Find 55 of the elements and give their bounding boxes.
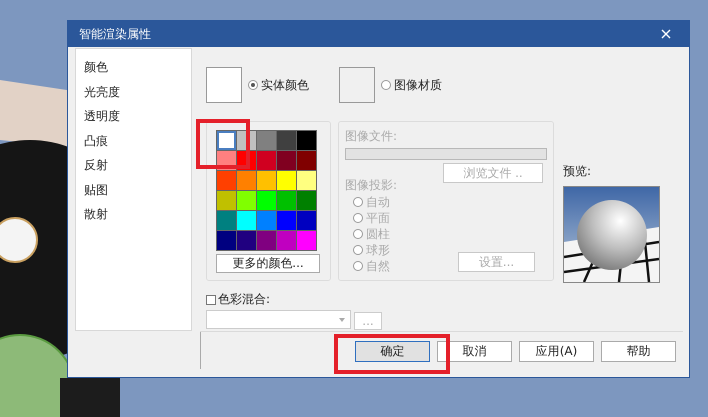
radio-button[interactable] bbox=[248, 80, 258, 90]
image-file-label: 图像文件: bbox=[345, 128, 398, 145]
color-swatch[interactable] bbox=[257, 211, 276, 230]
color-swatch[interactable] bbox=[257, 191, 276, 210]
dialog-button[interactable]: 取消 bbox=[437, 341, 512, 362]
color-swatch[interactable] bbox=[257, 231, 276, 250]
color-preview-swatch bbox=[206, 67, 242, 103]
color-swatch[interactable] bbox=[297, 231, 316, 250]
color-swatch[interactable] bbox=[257, 151, 276, 170]
category-item[interactable]: 贴图 bbox=[76, 178, 191, 202]
radio-button[interactable] bbox=[381, 80, 391, 90]
color-swatch[interactable] bbox=[217, 231, 236, 250]
close-icon[interactable] bbox=[661, 29, 671, 39]
projection-label: 图像投影: bbox=[345, 177, 398, 194]
color-swatch[interactable] bbox=[277, 211, 296, 230]
dialog-button[interactable]: 确定 bbox=[355, 341, 430, 362]
color-swatch[interactable] bbox=[297, 191, 316, 210]
color-swatch[interactable] bbox=[217, 211, 236, 230]
color-swatch[interactable] bbox=[217, 131, 236, 150]
category-item[interactable]: 散射 bbox=[76, 202, 191, 226]
color-swatch[interactable] bbox=[217, 191, 236, 210]
checkbox-label[interactable]: 色彩混合: bbox=[218, 291, 270, 308]
color-swatch[interactable] bbox=[277, 231, 296, 250]
window-title: 智能渲染属性 bbox=[79, 26, 151, 42]
preview-label: 预览: bbox=[563, 163, 592, 180]
color-preview-swatch bbox=[339, 67, 375, 103]
color-swatch[interactable] bbox=[297, 171, 316, 190]
blend-dropdown[interactable] bbox=[206, 310, 351, 329]
caret-icon bbox=[339, 318, 345, 322]
radio-label[interactable]: 实体颜色 bbox=[261, 76, 309, 94]
color-swatch[interactable] bbox=[297, 211, 316, 230]
checkbox[interactable] bbox=[206, 294, 216, 304]
more-colors-button[interactable]: 更多的颜色... bbox=[216, 254, 320, 273]
category-item[interactable]: 颜色 bbox=[76, 55, 191, 80]
color-swatch[interactable] bbox=[237, 171, 256, 190]
color-swatch[interactable] bbox=[277, 191, 296, 210]
color-swatch[interactable] bbox=[217, 171, 236, 190]
dialog-button[interactable]: 帮助 bbox=[601, 341, 676, 362]
color-swatch[interactable] bbox=[237, 231, 256, 250]
color-swatch[interactable] bbox=[257, 171, 276, 190]
category-item[interactable]: 反射 bbox=[76, 153, 191, 178]
color-swatch[interactable] bbox=[277, 131, 296, 150]
color-swatch[interactable] bbox=[237, 191, 256, 210]
color-swatch[interactable] bbox=[297, 151, 316, 170]
category-item[interactable]: 透明度 bbox=[76, 104, 191, 128]
category-item[interactable]: 光亮度 bbox=[76, 80, 191, 104]
dialog-button[interactable]: 应用(A) bbox=[519, 341, 594, 362]
color-swatch[interactable] bbox=[277, 151, 296, 170]
color-swatch[interactable] bbox=[257, 131, 276, 150]
category-item[interactable]: 凸痕 bbox=[76, 128, 191, 153]
color-swatch[interactable] bbox=[297, 131, 316, 150]
radio-label[interactable]: 图像材质 bbox=[394, 76, 442, 94]
color-swatch[interactable] bbox=[237, 211, 256, 230]
color-swatch[interactable] bbox=[277, 171, 296, 190]
highlight-frame bbox=[196, 119, 250, 169]
